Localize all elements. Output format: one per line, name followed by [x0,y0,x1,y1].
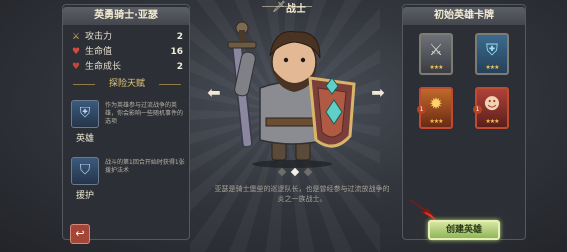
shield-hero-icon: ⛨ [71,100,99,128]
sword-grip [239,30,245,43]
back-button[interactable]: ↩ [70,224,90,244]
class-name: 战士 [286,4,306,15]
carousel-dot-active [290,167,300,177]
card-sword[interactable]: ⚔ ★★★ [419,33,453,75]
talent-name: 英雄 [75,134,94,144]
stat-label: 攻击力 [85,32,113,42]
stat-attack: ⚔ 攻击力 2 [69,30,185,44]
sword-icon: ⚔ [71,32,81,42]
stat-label: 生命值 [85,47,113,57]
card-girl[interactable]: ☻ 1 ★★★ [473,87,509,129]
stat-label: 生命成长 [85,62,122,72]
class-label: 🗡 战士 [252,0,322,20]
stat-value: 16 [170,47,183,57]
stat-value: 2 [176,32,183,42]
heart-icon: ♥ [71,47,81,57]
prev-hero-arrow[interactable]: ⬅ [205,84,223,102]
card-stars: ★★★ [429,64,443,71]
cards-panel-title: 初始英雄卡牌 [403,7,525,25]
hero-info-panel: 英勇骑士·亚瑟 ⚔ 攻击力 2 ♥ 生命值 16 ♥ 生命成长 2 探险天赋 ⛨… [62,4,190,240]
talent-name: 援护 [75,191,94,201]
talent-desc: 战斗的第1回合开始时获得1张援护法术 [105,159,185,174]
shield-card-icon: ⛨ [485,40,498,59]
hero-portrait [227,21,356,168]
create-hero-button[interactable]: 创建英雄 [428,220,500,240]
card-cost-badge: 1 [417,105,426,114]
card-stars: ★★★ [485,118,499,125]
stat-health-growth: ♥ 生命成长 2 [69,60,185,74]
carousel-dot [303,167,313,177]
hero-eye-right [300,57,306,63]
card-stars: ★★★ [485,64,499,71]
heart-plus-icon: ♥ [71,62,81,72]
hero-shadow [252,160,332,168]
card-fire[interactable]: ✹ 1 ★★★ [417,87,453,129]
hero-story: 亚瑟是骑士堡垒的巡逻队长，也是曾经参与过流放战争的炎之一族战士。 [214,185,390,203]
armor-icon: ⛉ [71,157,99,185]
card-cost-badge: 1 [473,105,482,114]
carousel-dot [277,167,287,177]
girl-card-icon: ☻ [483,94,501,113]
talent-desc: 作为英雄参与过流战争的英雄，你会影响一些随机事件的选项 [105,102,184,125]
card-shield[interactable]: ⛨ ★★★ [475,33,509,75]
card-stars: ★★★ [429,118,443,125]
sword-class-icon: 🗡 [272,0,286,13]
hero-eye-left [283,57,289,63]
sword-card-icon: ⚔ [428,40,444,59]
stat-health: ♥ 生命值 16 [69,45,185,59]
carousel-indicator [275,167,315,177]
talent-support[interactable]: ⛉ 援护 战斗的第1回合开始时获得1张援护法术 [69,157,187,225]
hero-name: 英勇骑士·亚瑟 [63,7,189,25]
next-hero-arrow[interactable]: ➡ [369,84,387,102]
fire-card-icon: ✹ [429,94,443,113]
stat-value: 2 [176,62,183,72]
talent-section-title: 探险天赋 [73,77,181,91]
